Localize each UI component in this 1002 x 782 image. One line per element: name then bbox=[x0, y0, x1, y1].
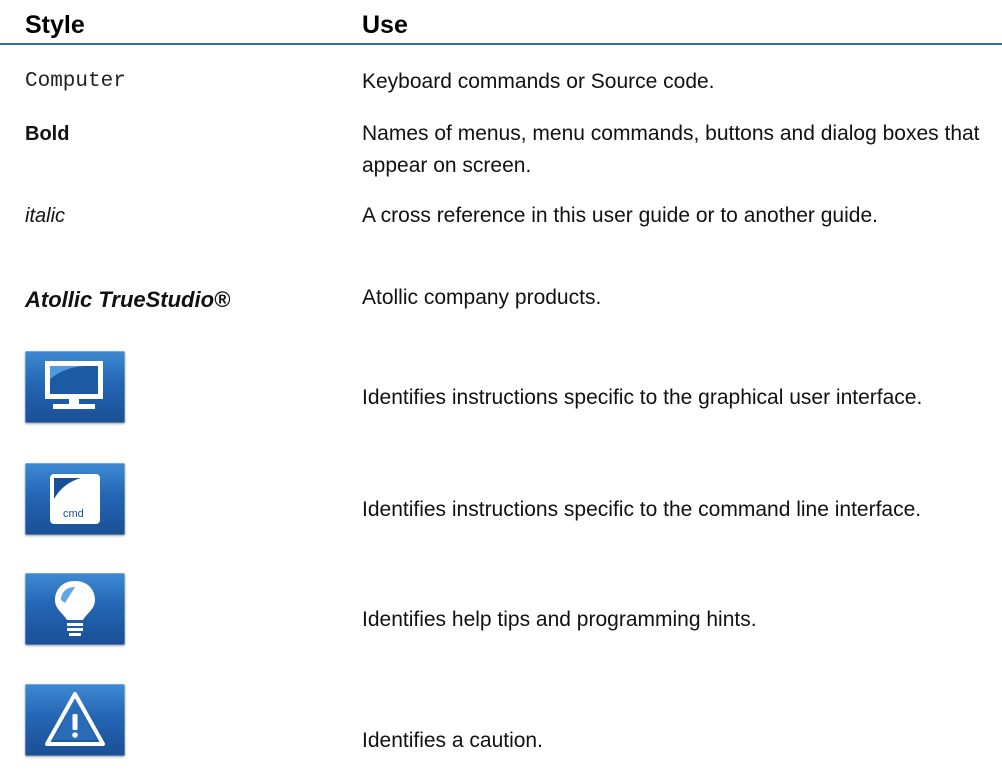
cmd-icon-label: cmd bbox=[63, 508, 84, 520]
style-bold: Bold bbox=[25, 123, 70, 145]
use-column-header: Use bbox=[362, 11, 408, 39]
warning-icon bbox=[25, 684, 125, 756]
use-tip: Identifies help tips and programming hin… bbox=[362, 608, 757, 631]
header-divider bbox=[0, 43, 1002, 45]
use-product: Atollic company products. bbox=[362, 286, 602, 309]
use-gui: Identifies instructions specific to the … bbox=[362, 386, 923, 409]
use-italic: A cross reference in this user guide or … bbox=[362, 204, 878, 227]
use-cmd: Identifies instructions specific to the … bbox=[362, 498, 922, 521]
use-computer: Keyboard commands or Source code. bbox=[362, 70, 715, 93]
use-caution: Identifies a caution. bbox=[362, 729, 543, 752]
style-computer: Computer bbox=[25, 70, 126, 93]
lightbulb-icon bbox=[25, 573, 125, 645]
style-column-header: Style bbox=[25, 11, 85, 39]
style-product: Atollic TrueStudio® bbox=[25, 287, 231, 312]
cmd-icon: cmd bbox=[25, 463, 125, 535]
use-bold: Names of menus, menu commands, buttons a… bbox=[362, 122, 980, 177]
monitor-icon bbox=[25, 351, 125, 423]
style-italic: italic bbox=[25, 205, 66, 227]
